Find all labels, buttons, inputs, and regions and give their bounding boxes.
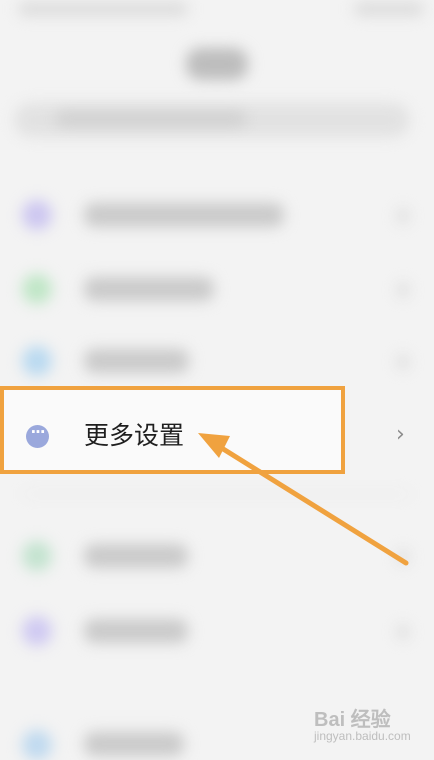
- chevron-right-icon: [398, 550, 408, 564]
- settings-item-label: [84, 203, 284, 227]
- more-settings-item[interactable]: [0, 386, 434, 474]
- settings-item-icon: [22, 541, 52, 571]
- settings-item-icon: [22, 616, 52, 646]
- chevron-right-icon: [398, 355, 408, 369]
- chevron-right-icon: [398, 625, 408, 639]
- settings-item-label: [84, 544, 188, 568]
- watermark-main: Bai 经验: [314, 709, 391, 731]
- settings-item-icon: [22, 730, 52, 760]
- chevron-right-icon: [398, 209, 408, 223]
- chevron-right-icon: [398, 283, 408, 297]
- settings-item-label: [84, 619, 188, 643]
- watermark-sub: jingyan.baidu.com: [314, 729, 411, 743]
- more-settings-label: 更多设置: [84, 421, 185, 450]
- status-bar-left: [18, 2, 188, 16]
- chevron-right-icon: ›: [396, 422, 405, 447]
- status-bar-right: [354, 2, 424, 16]
- section-divider: [24, 493, 409, 495]
- baidu-jingyan-watermark: Bai 经验 jingyan.baidu.com: [310, 703, 428, 747]
- settings-item-label: [84, 349, 189, 373]
- page-title: [186, 48, 248, 80]
- more-dots-icon: ···: [26, 425, 49, 448]
- settings-item-icon: [22, 274, 52, 304]
- settings-item-icon: [22, 346, 52, 376]
- settings-item-icon: [22, 200, 52, 230]
- search-placeholder: [56, 112, 246, 126]
- settings-item-label: [84, 277, 214, 301]
- settings-item-label: [84, 732, 184, 756]
